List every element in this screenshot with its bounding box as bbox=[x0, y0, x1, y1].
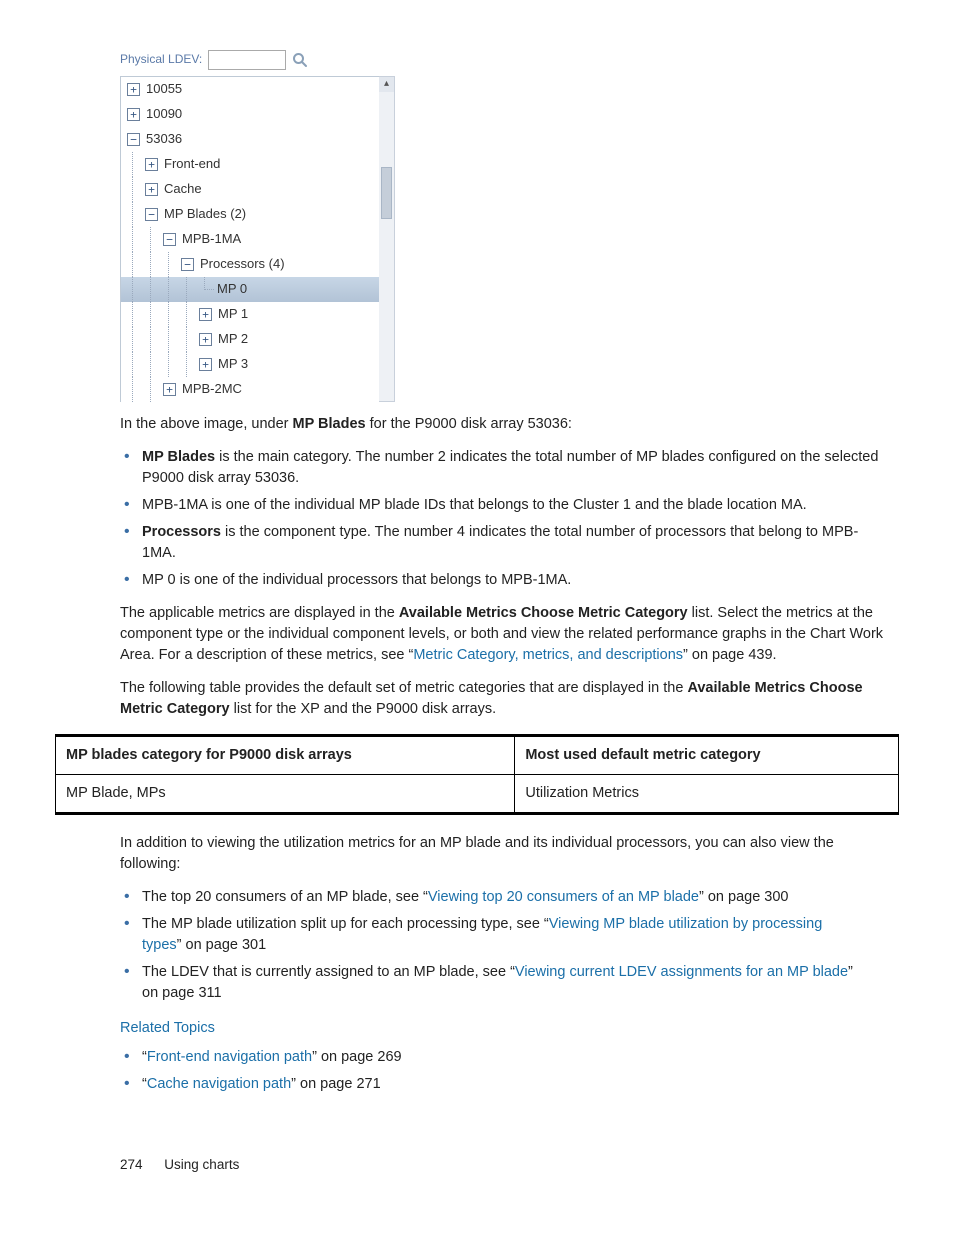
expand-icon[interactable]: + bbox=[145, 183, 158, 196]
list-item: MP Blades is the main category. The numb… bbox=[142, 447, 889, 489]
tree-label: 10090 bbox=[146, 105, 182, 124]
expand-icon[interactable]: + bbox=[199, 358, 212, 371]
link-ldev-assign[interactable]: Viewing current LDEV assignments for an … bbox=[515, 964, 848, 980]
bullet-list: The top 20 consumers of an MP blade, see… bbox=[120, 887, 862, 1004]
collapse-icon[interactable]: − bbox=[127, 133, 140, 146]
table-cell: Utilization Metrics bbox=[515, 775, 899, 814]
list-item: “Front-end navigation path” on page 269 bbox=[142, 1047, 889, 1068]
tree-row[interactable]: + Front-end bbox=[121, 152, 379, 177]
tree-row[interactable]: −Processors (4) bbox=[121, 252, 379, 277]
tree-row[interactable]: −MP Blades (2) bbox=[121, 202, 379, 227]
scrollbar[interactable] bbox=[379, 76, 395, 402]
tree-label: MP 3 bbox=[218, 355, 248, 374]
expand-icon[interactable]: + bbox=[199, 333, 212, 346]
collapse-icon[interactable]: − bbox=[181, 258, 194, 271]
list-item: MP 0 is one of the individual processors… bbox=[142, 570, 889, 591]
paragraph: The applicable metrics are displayed in … bbox=[120, 603, 889, 666]
tree-label: 53036 bbox=[146, 130, 182, 149]
related-list: “Front-end navigation path” on page 269 … bbox=[120, 1047, 889, 1095]
collapse-icon[interactable]: − bbox=[163, 233, 176, 246]
page-number: 274 bbox=[120, 1157, 143, 1172]
tree-row[interactable]: + MP 3 bbox=[121, 352, 379, 377]
bullet-list: MP Blades is the main category. The numb… bbox=[120, 447, 889, 591]
tree-label: Front-end bbox=[164, 155, 220, 174]
table-row: MP Blade, MPs Utilization Metrics bbox=[56, 775, 899, 814]
list-item: “Cache navigation path” on page 271 bbox=[142, 1074, 889, 1095]
tree-row[interactable]: + Cache bbox=[121, 177, 379, 202]
paragraph: The following table provides the default… bbox=[120, 678, 889, 720]
table-header: Most used default metric category bbox=[515, 736, 899, 775]
link-metric-category[interactable]: Metric Category, metrics, and descriptio… bbox=[413, 647, 683, 663]
paragraph: In the above image, under MP Blades for … bbox=[120, 414, 889, 435]
tree-label: Cache bbox=[164, 180, 202, 199]
tree-navigator: Physical LDEV: +10055+10090−53036+Front-… bbox=[120, 50, 395, 402]
expand-icon[interactable]: + bbox=[163, 383, 176, 396]
expand-icon[interactable]: + bbox=[127, 83, 140, 96]
tree-label: Processors (4) bbox=[200, 255, 285, 274]
metric-table: MP blades category for P9000 disk arrays… bbox=[55, 734, 899, 815]
tree-row[interactable]: −MPB-1MA bbox=[121, 227, 379, 252]
tree-label: MP 2 bbox=[218, 330, 248, 349]
section-title: Using charts bbox=[164, 1157, 239, 1172]
scroll-up-icon[interactable] bbox=[379, 77, 394, 92]
tree-row[interactable]: +10055 bbox=[121, 77, 379, 102]
list-item: MPB-1MA is one of the individual MP blad… bbox=[142, 495, 889, 516]
tree-body[interactable]: +10055+10090−53036+Front-end+Cache−MP Bl… bbox=[120, 76, 379, 402]
related-topics-heading: Related Topics bbox=[120, 1018, 889, 1039]
expand-icon[interactable]: + bbox=[145, 158, 158, 171]
tree-label: 10055 bbox=[146, 80, 182, 99]
table-header: MP blades category for P9000 disk arrays bbox=[56, 736, 515, 775]
tree-row[interactable]: +10090 bbox=[121, 102, 379, 127]
tree-row[interactable]: −53036 bbox=[121, 127, 379, 152]
link-cache-nav[interactable]: Cache navigation path bbox=[147, 1076, 291, 1092]
tree-row[interactable]: MP 0 bbox=[121, 277, 379, 302]
tree-search-bar: Physical LDEV: bbox=[120, 50, 395, 70]
scroll-thumb[interactable] bbox=[381, 167, 392, 219]
search-input[interactable] bbox=[208, 50, 286, 70]
list-item: Processors is the component type. The nu… bbox=[142, 522, 889, 564]
tree-label: MP Blades (2) bbox=[164, 205, 246, 224]
link-frontend-nav[interactable]: Front-end navigation path bbox=[147, 1049, 312, 1065]
tree-row[interactable]: + MPB-2MC bbox=[121, 377, 379, 402]
list-item: The top 20 consumers of an MP blade, see… bbox=[142, 887, 862, 908]
link-top20[interactable]: Viewing top 20 consumers of an MP blade bbox=[428, 889, 699, 905]
page-footer: 274 Using charts bbox=[120, 1155, 899, 1175]
paragraph: In addition to viewing the utilization m… bbox=[120, 833, 889, 875]
table-cell: MP Blade, MPs bbox=[56, 775, 515, 814]
search-label: Physical LDEV: bbox=[120, 51, 202, 68]
collapse-icon[interactable]: − bbox=[145, 208, 158, 221]
expand-icon[interactable]: + bbox=[199, 308, 212, 321]
tree-row[interactable]: + MP 1 bbox=[121, 302, 379, 327]
expand-icon[interactable]: + bbox=[127, 108, 140, 121]
tree-row[interactable]: + MP 2 bbox=[121, 327, 379, 352]
search-icon[interactable] bbox=[292, 52, 308, 68]
tree-label: MPB-1MA bbox=[182, 230, 241, 249]
tree-label: MP 0 bbox=[217, 280, 247, 299]
list-item: The MP blade utilization split up for ea… bbox=[142, 914, 862, 956]
tree-label: MPB-2MC bbox=[182, 380, 242, 399]
list-item: The LDEV that is currently assigned to a… bbox=[142, 962, 862, 1004]
tree-label: MP 1 bbox=[218, 305, 248, 324]
